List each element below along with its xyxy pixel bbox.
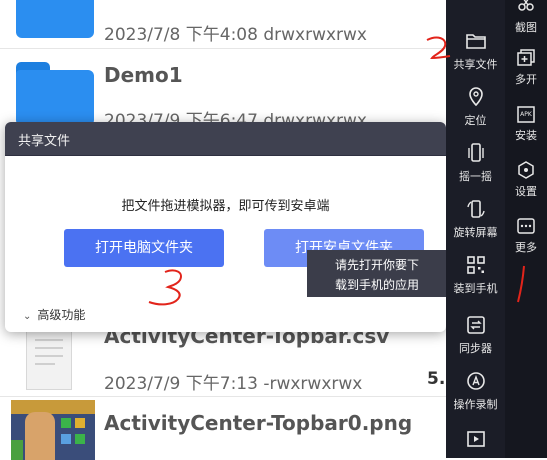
advanced-toggle[interactable]: ⌄ 高级功能	[23, 306, 85, 323]
toolbar-screenshot[interactable]: 截图	[505, 0, 547, 35]
toolbar-label: 定位	[464, 114, 487, 127]
more-icon	[517, 218, 535, 234]
rotate-icon	[466, 200, 485, 218]
chevron-down-icon: ⌄	[23, 311, 32, 322]
tooltip-line-1: 请先打开你要下	[334, 258, 419, 272]
settings-icon	[518, 161, 534, 179]
file-size: 5.	[427, 369, 446, 389]
toolbar-more[interactable]: 更多	[505, 216, 547, 255]
toolbar-label: 同步器	[459, 342, 492, 355]
toolbar-multi-instance[interactable]: 多开	[505, 48, 547, 87]
file-name: ActivityCenter-Topbar0.png	[104, 411, 413, 435]
open-pc-folder-button[interactable]: 打开电脑文件夹	[64, 229, 224, 267]
record-icon	[466, 372, 485, 390]
dialog-message: 把文件拖进模拟器，即可传到安卓端	[121, 199, 330, 214]
toolbar-label: 安装	[515, 129, 537, 142]
folder-icon	[16, 62, 94, 126]
toolbar-label: 旋转屏幕	[453, 226, 498, 239]
toolbar-synchronizer[interactable]: 同步器	[446, 314, 505, 356]
image-thumbnail	[11, 400, 95, 460]
toolbar-label: 截图	[515, 21, 537, 34]
toolbar-shake[interactable]: 摇一摇	[446, 142, 505, 184]
share-files-dialog: 共享文件 把文件拖进模拟器，即可传到安卓端 打开电脑文件夹 打开安卓文件夹 ⌄ 高…	[5, 122, 446, 332]
emulator-toolbar: 共享文件 定位 摇一摇 旋转屏幕 装到手机 同步器 操作录制	[446, 0, 505, 458]
location-icon	[468, 87, 483, 107]
shake-icon	[467, 143, 484, 162]
toolbar-label: 操作录制	[453, 398, 498, 411]
toolbar-install-to-phone[interactable]: 装到手机	[446, 254, 505, 296]
file-meta: 2023/7/9 下午7:13 -rwxrwxrwx	[104, 374, 363, 394]
document-icon	[26, 324, 72, 390]
file-name: Demo1	[104, 63, 183, 87]
toolbar-install[interactable]: APK 安装	[505, 104, 547, 143]
install-to-phone-tooltip: 请先打开你要下 载到手机的应用	[307, 250, 447, 297]
qr-icon	[466, 256, 485, 274]
video-icon	[466, 431, 485, 447]
multi-instance-icon	[517, 49, 535, 66]
toolbar-label: 设置	[515, 185, 537, 198]
toolbar-video[interactable]	[446, 428, 505, 450]
sync-icon	[466, 316, 485, 334]
svg-text:APK: APK	[520, 111, 533, 118]
tooltip-line-2: 载到手机的应用	[334, 278, 419, 292]
emulator-toolbar-secondary: 截图 多开 APK 安装 设置 更多	[505, 0, 547, 458]
folder-icon	[465, 34, 486, 49]
toolbar-settings[interactable]: 设置	[505, 160, 547, 199]
apk-icon: APK	[517, 106, 535, 123]
toolbar-label: 多开	[515, 73, 537, 86]
toolbar-label: 摇一摇	[459, 170, 492, 183]
file-meta: 2023/7/8 下午4:08 drwxrwxrwx	[104, 25, 367, 45]
toolbar-label: 装到手机	[453, 282, 498, 295]
toolbar-label: 更多	[515, 241, 537, 254]
dialog-header: 共享文件	[5, 122, 446, 156]
folder-icon	[16, 0, 94, 38]
toolbar-label: 共享文件	[453, 58, 498, 71]
advanced-label: 高级功能	[37, 308, 86, 322]
scissors-icon	[518, 0, 534, 11]
toolbar-operation-record[interactable]: 操作录制	[446, 370, 505, 412]
toolbar-share-files[interactable]: 共享文件	[446, 30, 505, 72]
toolbar-location[interactable]: 定位	[446, 86, 505, 128]
toolbar-rotate-screen[interactable]: 旋转屏幕	[446, 198, 505, 240]
dialog-title: 共享文件	[18, 134, 71, 149]
